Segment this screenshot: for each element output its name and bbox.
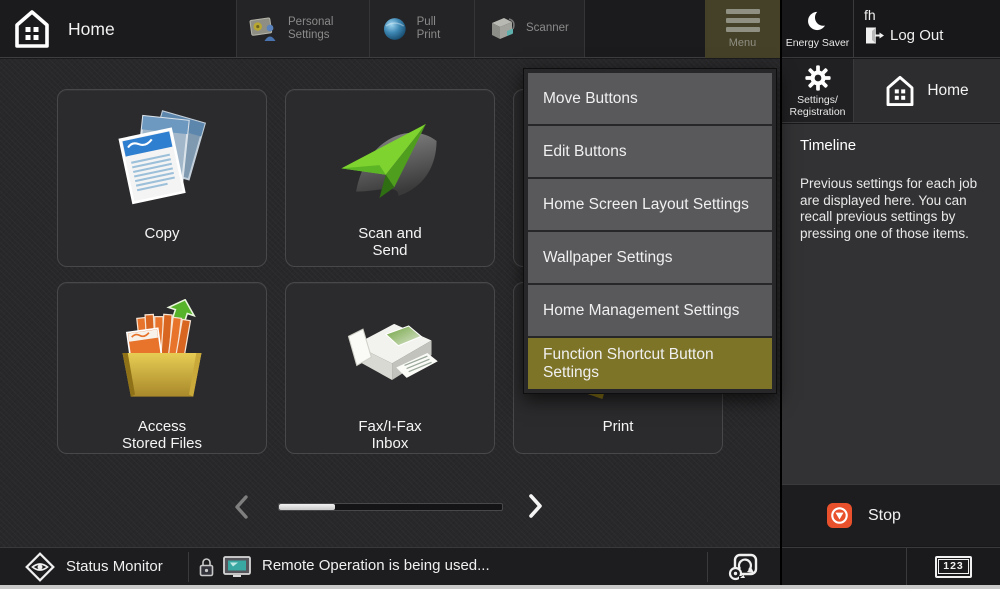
status-bar: Status Monitor Remote Operation is being… — [0, 547, 780, 585]
gear-icon — [804, 64, 832, 92]
tab-personal-settings[interactable]: Personal Settings — [236, 0, 369, 57]
page-title: Home — [68, 19, 115, 40]
top-bar: Home Personal Settings Pul — [0, 0, 780, 58]
divider — [707, 552, 708, 582]
username: fh — [864, 7, 1000, 23]
stop-label: Stop — [868, 507, 901, 525]
pull-print-icon — [382, 16, 408, 42]
menu-button-label: Menu — [729, 37, 757, 49]
timeline-title: Timeline — [800, 137, 988, 154]
sidebar-home-button[interactable]: Home — [854, 59, 1000, 122]
page-progress-track[interactable] — [278, 503, 503, 511]
menu-item-home-management-settings[interactable]: Home Management Settings — [528, 285, 772, 336]
counter-123-icon: 123 — [935, 556, 973, 578]
status-monitor-icon — [24, 551, 56, 583]
screen-bezel — [0, 585, 1000, 589]
fax-inbox-icon — [334, 299, 446, 407]
timeline-description: Previous settings for each job are displ… — [800, 176, 992, 242]
tile-scan-and-send[interactable]: Scan and Send — [285, 89, 495, 267]
energy-saver-label: Energy Saver — [786, 37, 850, 49]
tile-label: Print — [514, 419, 722, 436]
menu-item-function-shortcut-button-settings[interactable]: Function Shortcut Button Settings — [528, 338, 772, 389]
shortcut-tabs: Personal Settings Pull Print — [236, 0, 585, 57]
tile-fax-inbox[interactable]: Fax/I-Fax Inbox — [285, 282, 495, 454]
counter-123-label: 123 — [938, 559, 969, 574]
energy-saver-button[interactable]: Energy Saver — [782, 0, 853, 57]
access-stored-files-icon — [108, 299, 216, 407]
settings-registration-button[interactable]: Settings/ Registration — [782, 59, 853, 122]
counter-key-button[interactable]: 123 — [907, 548, 1000, 585]
scan-and-send-icon — [335, 106, 445, 218]
logout-button[interactable]: fh Log Out — [854, 0, 1000, 57]
stop-button[interactable]: Stop — [782, 484, 1000, 546]
page-next-button[interactable] — [527, 492, 545, 520]
tile-copy[interactable]: Copy — [57, 89, 267, 267]
sidebar-home-label: Home — [927, 82, 968, 100]
remote-monitor-icon — [222, 548, 252, 585]
menu-item-edit-buttons[interactable]: Edit Buttons — [528, 126, 772, 177]
tile-label: Scan and Send — [286, 226, 494, 259]
tile-label: Fax/I-Fax Inbox — [286, 419, 494, 452]
home-icon — [885, 75, 915, 107]
page-progress-fill — [279, 504, 335, 510]
tab-pull-print[interactable]: Pull Print — [369, 0, 474, 57]
tab-label: Personal Settings — [288, 16, 333, 42]
right-sidebar: Energy Saver fh Log Out — [780, 0, 1000, 585]
remote-lock-icon — [198, 548, 215, 585]
scanner-icon — [487, 15, 517, 43]
menu-dropdown: Move Buttons Edit Buttons Home Screen La… — [523, 68, 777, 394]
device-screen: Home Personal Settings Pul — [0, 0, 1000, 589]
home-icon — [14, 9, 50, 49]
tab-label: Pull Print — [417, 16, 462, 42]
menu-button[interactable]: Menu — [705, 0, 780, 58]
status-monitor-button[interactable]: Status Monitor — [24, 548, 163, 585]
tile-label: Copy — [58, 226, 266, 243]
tile-label: Access Stored Files — [58, 419, 266, 452]
timeline-panel: Timeline Previous settings for each job … — [782, 124, 1000, 484]
sidebar-bottom-row: 123 — [782, 547, 1000, 585]
logout-icon — [864, 26, 884, 45]
tab-label: Scanner — [526, 22, 569, 35]
home-screen-area: Copy Scan and Send — [0, 59, 780, 548]
sidebar-bottom-empty-cell — [782, 548, 906, 585]
settings-registration-label: Settings/ Registration — [789, 94, 845, 118]
counter-check-button[interactable] — [727, 548, 759, 585]
counter-check-icon — [727, 552, 759, 582]
divider — [188, 552, 189, 582]
stop-icon — [827, 503, 852, 528]
menu-item-home-screen-layout-settings[interactable]: Home Screen Layout Settings — [528, 179, 772, 230]
sidebar-top-row: Energy Saver fh Log Out — [782, 0, 1000, 58]
personal-settings-icon — [249, 15, 279, 43]
logout-label: Log Out — [890, 27, 943, 44]
tab-scanner[interactable]: Scanner — [474, 0, 585, 57]
status-monitor-label: Status Monitor — [66, 558, 163, 575]
menu-item-wallpaper-settings[interactable]: Wallpaper Settings — [528, 232, 772, 283]
moon-icon — [805, 8, 831, 34]
tile-access-stored-files[interactable]: Access Stored Files — [57, 282, 267, 454]
hamburger-icon — [726, 9, 760, 32]
menu-item-move-buttons[interactable]: Move Buttons — [528, 73, 772, 124]
remote-operation-message: Remote Operation is being used... — [262, 557, 490, 574]
current-screen-header: Home — [14, 9, 115, 49]
copy-icon — [108, 106, 216, 218]
page-prev-button[interactable] — [232, 493, 250, 521]
sidebar-second-row: Settings/ Registration Home — [782, 59, 1000, 123]
